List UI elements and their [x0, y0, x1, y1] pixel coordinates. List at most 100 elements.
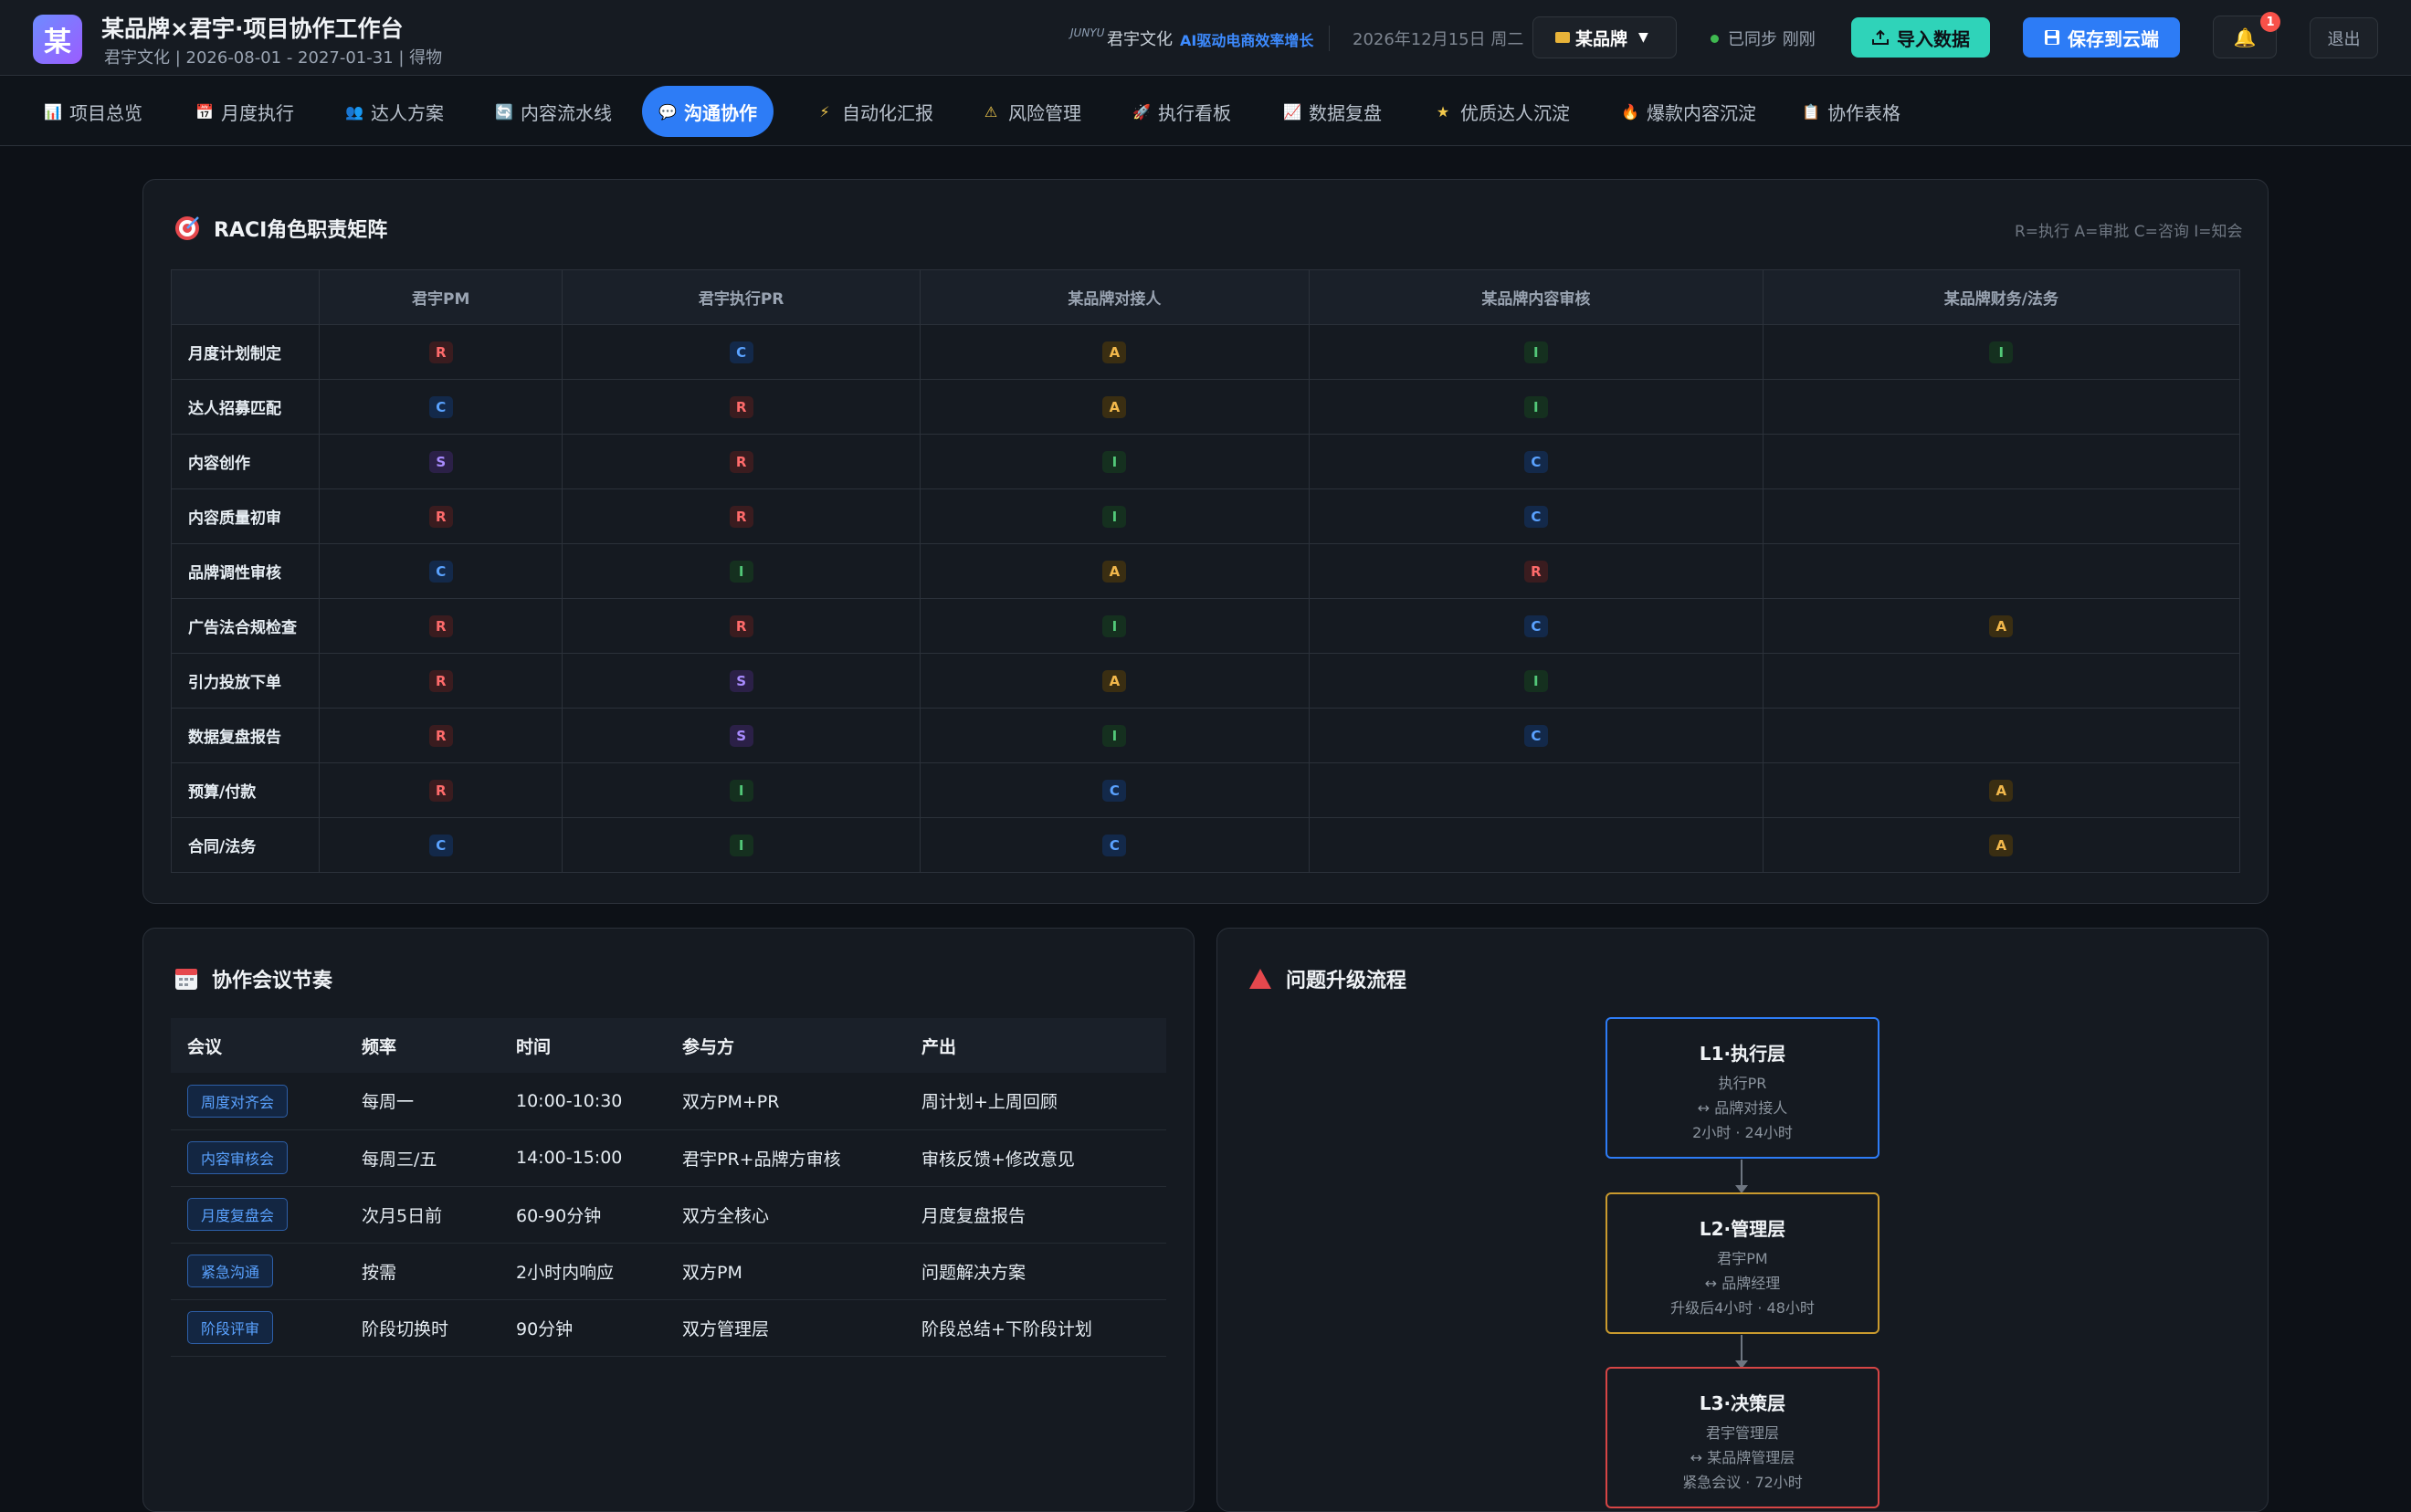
tab-viral-content[interactable]: 🔥 爆款内容沉淀: [1605, 86, 1773, 137]
escalation-level-counterpart: ↔ 品牌对接人: [1697, 1099, 1788, 1117]
save-icon: [2044, 29, 2060, 46]
tab-auto-report[interactable]: ⚡ 自动化汇报: [800, 86, 950, 137]
app-header: 某 某品牌×君宇·项目协作工作台 君宇文化 | 2026-08-01 - 202…: [0, 0, 2411, 76]
raci-corner-cell: [171, 269, 320, 325]
app-subtitle: 君宇文化 | 2026-08-01 - 2027-01-31 | 得物: [104, 48, 443, 68]
brand-select-value: 某品牌: [1575, 28, 1628, 49]
raci-cell: I: [562, 817, 921, 873]
calendar-icon: 📅: [195, 102, 214, 121]
meetings-header-row: 会议 频率 时间 参与方 产出: [171, 1018, 1166, 1073]
raci-role-badge: A: [1102, 341, 1127, 363]
escalation-level-sla: 2小时 · 24小时: [1692, 1124, 1793, 1141]
raci-row: 品牌调性审核 C I A R: [171, 543, 2241, 599]
escalation-level-title: L1·执行层: [1699, 1043, 1786, 1065]
raci-cell: R: [318, 762, 563, 818]
raci-role-badge: R: [428, 669, 453, 692]
raci-role-badge: R: [428, 614, 453, 637]
meetings-column-header: 产出: [905, 1018, 1166, 1073]
save-to-cloud-button[interactable]: 保存到云端: [2023, 17, 2180, 58]
meeting-type-tag: 内容审核会: [187, 1141, 289, 1174]
escalation-level-owner: 君宇管理层: [1705, 1424, 1779, 1442]
raci-cell: C: [562, 324, 921, 380]
tab-data-review[interactable]: 📈 数据复盘: [1267, 86, 1398, 137]
tab-collab-sheet[interactable]: 📋 协作表格: [1785, 86, 1917, 137]
raci-cell: R: [318, 488, 563, 544]
tab-communication[interactable]: 💬 沟通协作: [642, 86, 774, 137]
notification-badge: 1: [2260, 12, 2280, 32]
raci-cell: I: [919, 434, 1311, 489]
bar-chart-icon: 📊: [44, 102, 62, 121]
meeting-party-cell: 双方PM: [666, 1243, 905, 1300]
raci-cell: I: [1309, 324, 1764, 380]
meeting-freq-cell: 按需: [345, 1243, 500, 1300]
logout-button[interactable]: 退出: [2310, 17, 2378, 58]
meeting-time-cell: 10:00-10:30: [500, 1073, 666, 1130]
raci-role-badge: C: [1523, 450, 1548, 473]
meeting-type-tag: 紧急沟通: [187, 1255, 274, 1287]
raci-cell: S: [562, 708, 921, 763]
raci-cell: [1309, 762, 1764, 818]
meeting-time-cell: 90分钟: [500, 1299, 666, 1357]
raci-cell: A: [919, 653, 1311, 709]
raci-role-badge: I: [1989, 341, 2014, 363]
sync-dot-icon: [1711, 34, 1719, 43]
tab-influencer-plan[interactable]: 👥 达人方案: [329, 86, 460, 137]
raci-row: 合同/法务 C I C A: [171, 817, 2241, 873]
meeting-freq-cell: 每周一: [345, 1073, 500, 1130]
refresh-icon: 🔄: [495, 102, 513, 121]
raci-cell: C: [919, 762, 1311, 818]
raci-cell: I: [919, 708, 1311, 763]
raci-header-row: 君宇PM 君宇执行PR 某品牌对接人 某品牌内容审核 某品牌财务/法务: [171, 269, 2241, 325]
brand-select[interactable]: 某品牌 ▼: [1532, 16, 1677, 58]
chat-icon: 💬: [658, 102, 677, 121]
raci-role-badge: I: [1102, 614, 1127, 637]
tab-content-pipeline[interactable]: 🔄 内容流水线: [479, 86, 628, 137]
escalation-level-1: L1·执行层 执行PR ↔ 品牌对接人 2小时 · 24小时: [1606, 1017, 1879, 1159]
save-to-cloud-label: 保存到云端: [2068, 27, 2159, 50]
sync-status-text: 已同步 刚刚: [1728, 30, 1816, 49]
raci-column-header: 某品牌内容审核: [1309, 269, 1764, 325]
tab-label: 优质达人沉淀: [1460, 101, 1570, 124]
import-data-button[interactable]: 导入数据: [1851, 17, 1990, 58]
raci-row-label: 引力投放下单: [171, 653, 320, 709]
raci-cell: R: [318, 598, 563, 654]
agency-tagline: AI驱动电商效率增长: [1180, 32, 1314, 49]
raci-role-badge: C: [1523, 505, 1548, 528]
tab-project-overview[interactable]: 📊 项目总览: [27, 86, 159, 137]
tab-label: 执行看板: [1158, 101, 1231, 124]
raci-cell: A: [919, 543, 1311, 599]
raci-role-badge: I: [729, 560, 753, 583]
meeting-output-cell: 周计划+上周回顾: [905, 1073, 1166, 1130]
raci-cell: C: [318, 379, 563, 435]
raci-role-badge: I: [729, 779, 753, 802]
meetings-column-header: 频率: [345, 1018, 500, 1073]
raci-role-badge: A: [1989, 614, 2014, 637]
meeting-time-cell: 2小时内响应: [500, 1243, 666, 1300]
meetings-table: 会议 频率 时间 参与方 产出 周度对齐会 每周一 10:00-10:30 双方PM+…: [171, 1018, 1166, 1357]
tab-monthly-execution[interactable]: 📅 月度执行: [179, 86, 311, 137]
raci-legend: R=执行 A=审批 C=咨询 I=知会: [2015, 223, 2243, 241]
tab-top-influencers[interactable]: ★ 优质达人沉淀: [1418, 86, 1586, 137]
raci-role-badge: C: [428, 834, 453, 856]
meeting-type-tag: 月度复盘会: [187, 1198, 289, 1231]
meetings-column-header: 参与方: [666, 1018, 905, 1073]
raci-cell: R: [318, 324, 563, 380]
raci-role-badge: C: [428, 560, 453, 583]
tab-label: 月度执行: [221, 101, 294, 124]
tab-execution-board[interactable]: 🚀 执行看板: [1116, 86, 1248, 137]
raci-role-badge: R: [1523, 560, 1548, 583]
raci-role-badge: C: [1523, 614, 1548, 637]
warning-triangle-icon: [1248, 967, 1273, 991]
tab-risk-management[interactable]: ⚠ 风险管理: [966, 86, 1098, 137]
raci-title-text: RACI角色职责矩阵: [214, 219, 388, 242]
raci-cell: A: [919, 324, 1311, 380]
meeting-row: 月度复盘会 次月5日前 60-90分钟 双方全核心 月度复盘报告: [171, 1186, 1166, 1244]
meeting-name-cell: 紧急沟通: [171, 1243, 345, 1300]
raci-cell: R: [318, 708, 563, 763]
raci-cell: I: [919, 598, 1311, 654]
raci-role-badge: C: [1102, 834, 1127, 856]
tab-label: 协作表格: [1827, 101, 1900, 124]
raci-cell: I: [562, 762, 921, 818]
raci-row: 引力投放下单 R S A I: [171, 653, 2241, 709]
raci-row-label: 内容创作: [171, 434, 320, 489]
